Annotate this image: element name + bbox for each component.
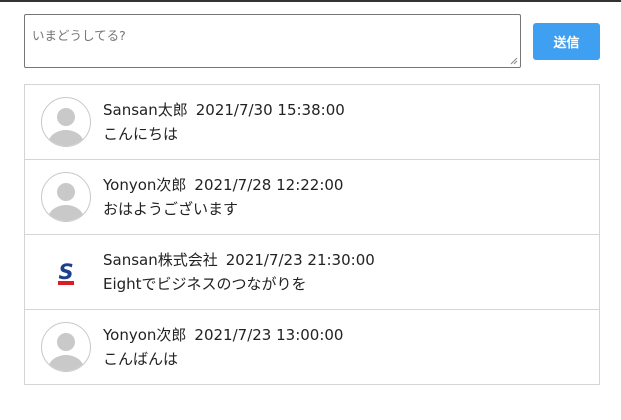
post-author: Yonyon次郎: [103, 176, 187, 194]
sansan-logo-icon: S: [41, 247, 91, 297]
default-user-icon: [41, 97, 91, 147]
post-author: Yonyon次郎: [103, 326, 187, 344]
post-meta: Sansan株式会社 2021/7/23 21:30:00: [103, 250, 375, 270]
top-border: [0, 0, 621, 2]
default-user-icon: [41, 322, 91, 372]
post-message: おはようございます: [103, 200, 239, 218]
post-timestamp: 2021/7/23 13:00:00: [194, 326, 344, 344]
status-input[interactable]: [25, 15, 520, 67]
timeline-feed: Sansan太郎 2021/7/30 15:38:00 こんにちは Yonyon次…: [24, 84, 600, 385]
post-composer[interactable]: [24, 14, 521, 68]
send-button[interactable]: 送信: [533, 23, 600, 60]
post-meta: Yonyon次郎 2021/7/23 13:00:00: [103, 325, 343, 345]
post-item: Yonyon次郎 2021/7/23 13:00:00 こんばんは: [25, 309, 599, 384]
post-item: S Sansan株式会社 2021/7/23 21:30:00 Eightでビジネ…: [25, 234, 599, 309]
post-meta: Yonyon次郎 2021/7/28 12:22:00: [103, 175, 343, 195]
post-message: Eightでビジネスのつながりを: [103, 275, 307, 293]
post-author: Sansan株式会社: [103, 251, 218, 269]
post-message: こんばんは: [103, 350, 179, 368]
post-author: Sansan太郎: [103, 101, 188, 119]
post-meta: Sansan太郎 2021/7/30 15:38:00: [103, 100, 345, 120]
post-timestamp: 2021/7/23 21:30:00: [225, 251, 375, 269]
post-timestamp: 2021/7/28 12:22:00: [194, 176, 344, 194]
svg-text:S: S: [58, 260, 73, 284]
resize-handle-icon[interactable]: [510, 57, 518, 65]
post-item: Sansan太郎 2021/7/30 15:38:00 こんにちは: [25, 85, 599, 159]
default-user-icon: [41, 172, 91, 222]
post-item: Yonyon次郎 2021/7/28 12:22:00 おはようございます: [25, 159, 599, 234]
post-message: こんにちは: [103, 125, 179, 143]
post-timestamp: 2021/7/30 15:38:00: [195, 101, 345, 119]
